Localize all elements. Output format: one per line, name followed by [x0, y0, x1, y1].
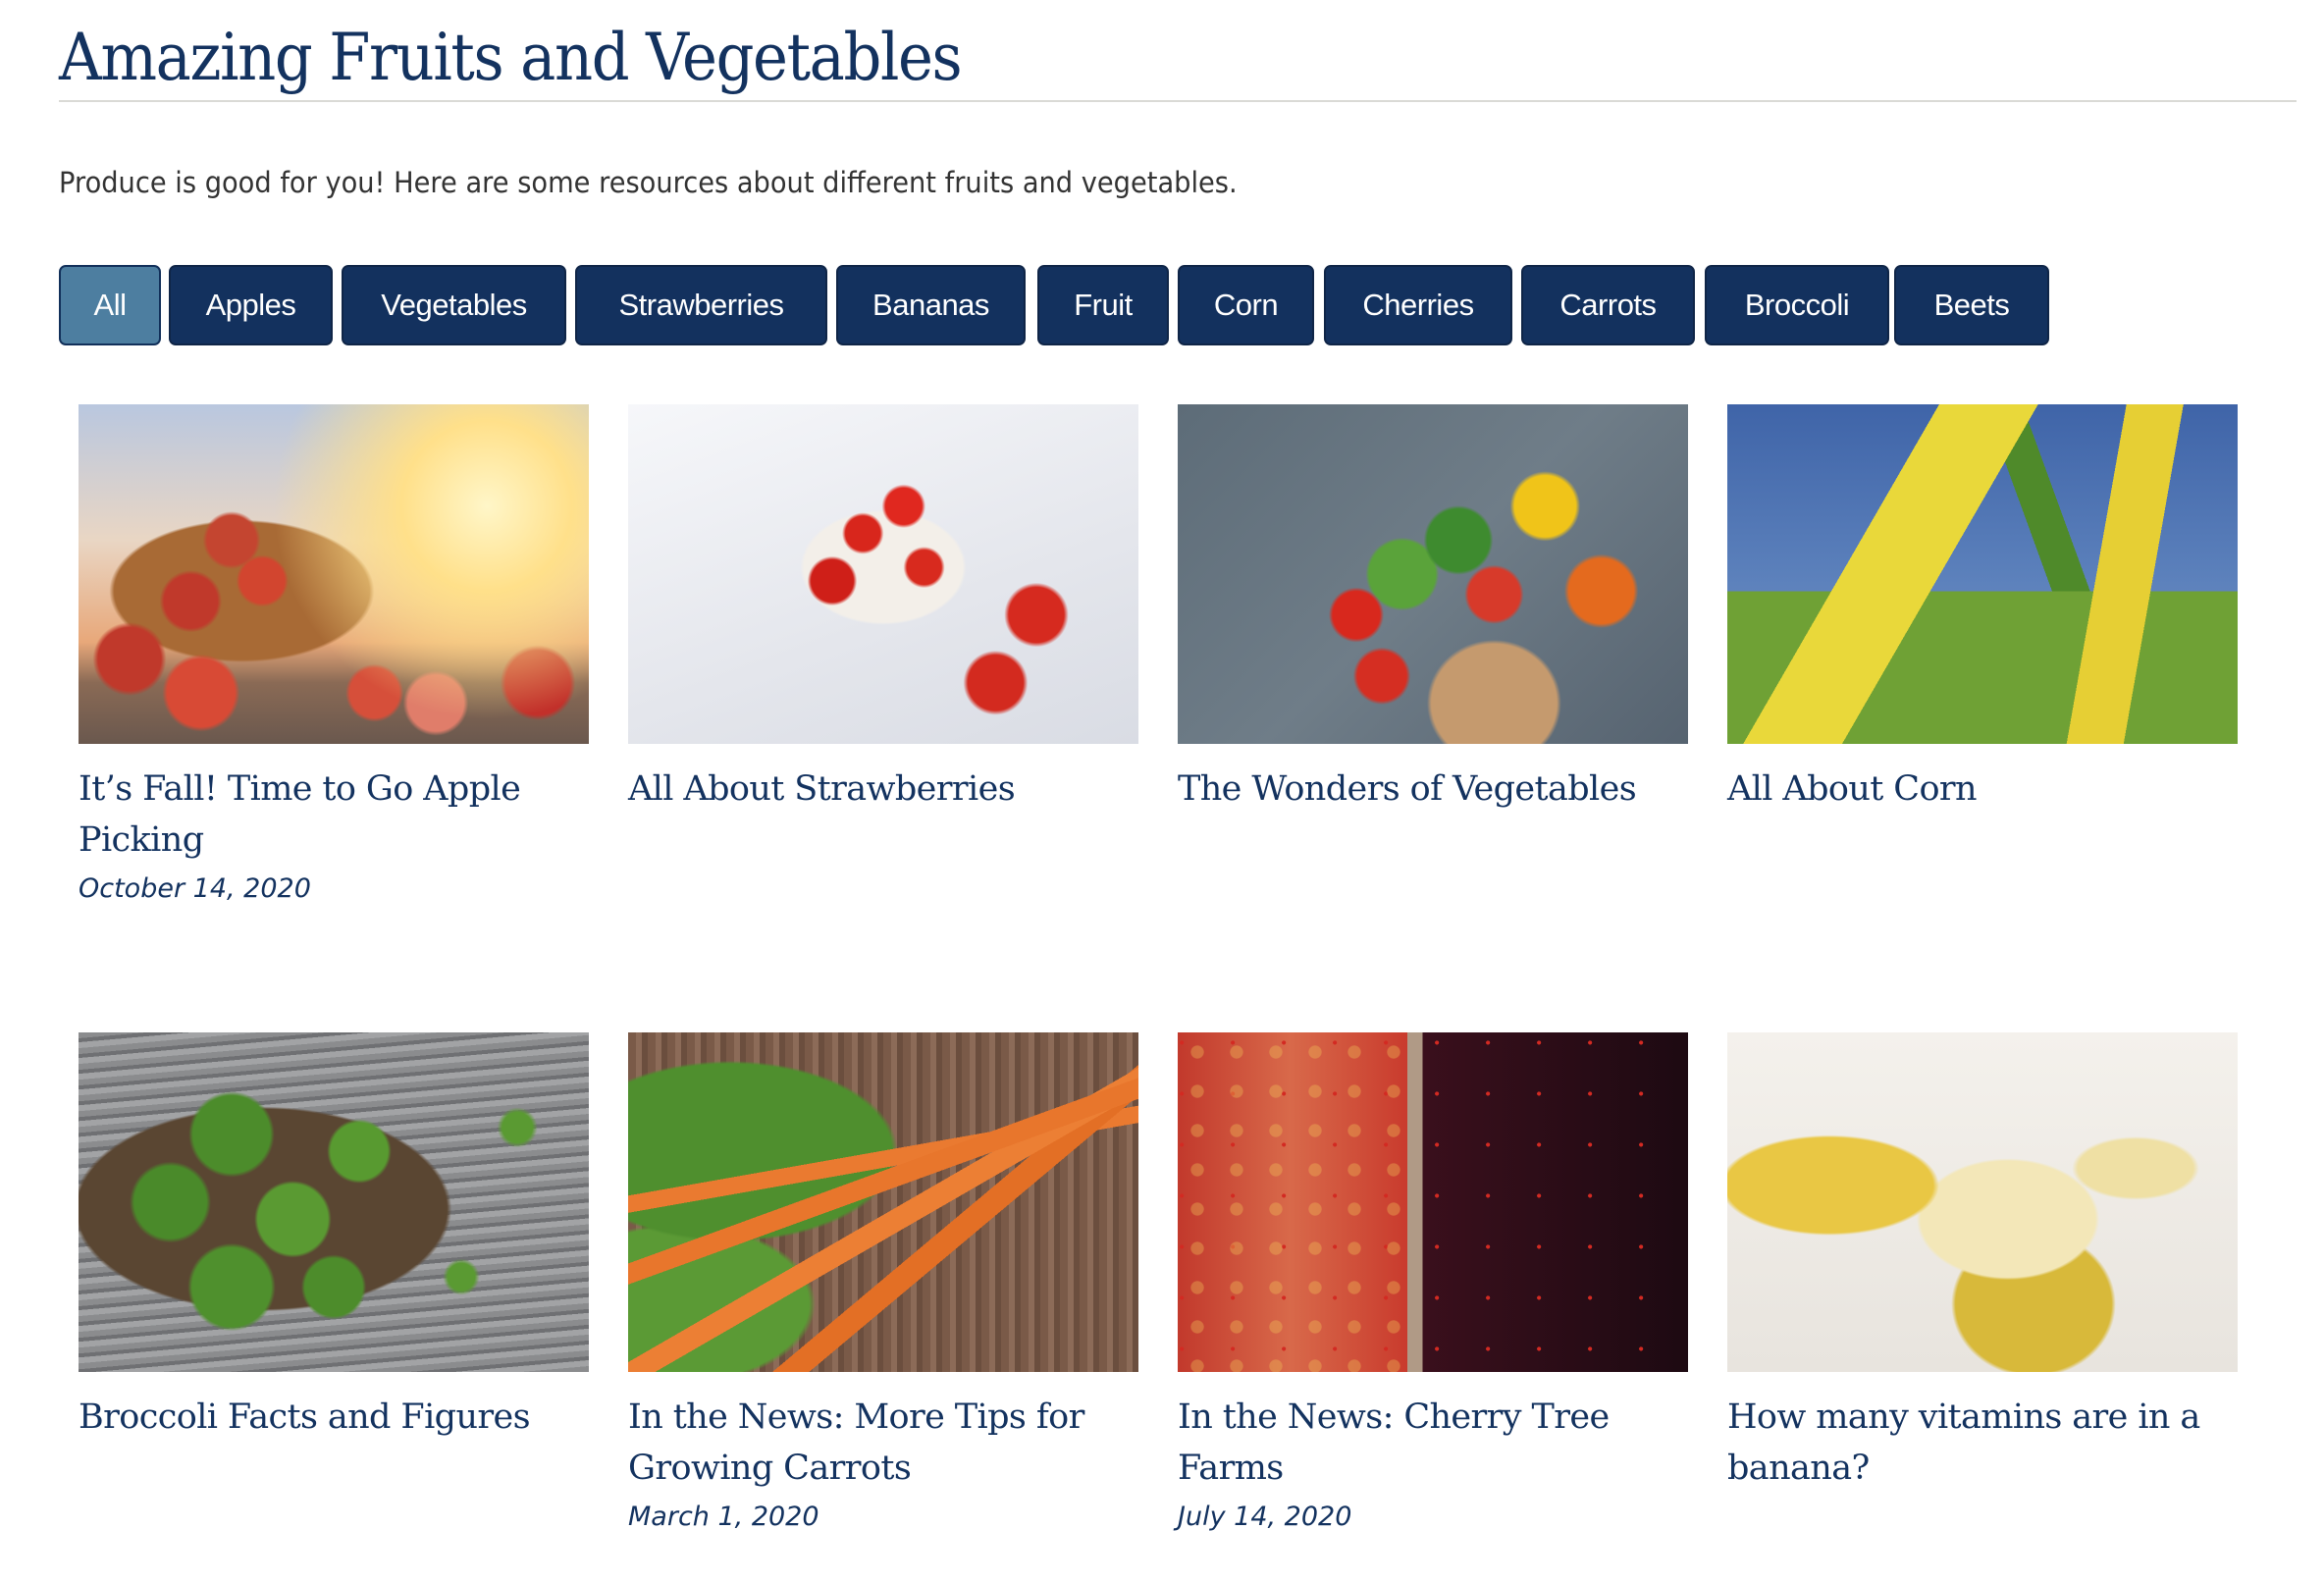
card-title-link[interactable]: In the News: More Tips for Growing Carro…	[628, 1392, 1138, 1494]
article-card: The Wonders of Vegetables	[1178, 404, 1688, 815]
article-card: All About Strawberries	[628, 404, 1138, 815]
card-date: October 14, 2020	[79, 873, 311, 904]
filter-broccoli-button[interactable]: Broccoli	[1705, 265, 1889, 345]
card-image-vegetables[interactable]	[1178, 404, 1688, 744]
filter-carrots-button[interactable]: Carrots	[1521, 265, 1695, 345]
filter-fruit-button[interactable]: Fruit	[1037, 265, 1169, 345]
card-title-link[interactable]: The Wonders of Vegetables	[1178, 764, 1688, 815]
card-image-strawberries[interactable]	[628, 404, 1138, 744]
article-card: How many vitamins are in a banana?	[1727, 1032, 2238, 1494]
filter-apples-button[interactable]: Apples	[169, 265, 333, 345]
card-image-cherries[interactable]	[1178, 1032, 1688, 1372]
card-image-corn[interactable]	[1727, 404, 2238, 744]
filter-vegetables-button[interactable]: Vegetables	[342, 265, 566, 345]
page-title: Amazing Fruits and Vegetables	[59, 20, 963, 95]
card-title-link[interactable]: How many vitamins are in a banana?	[1727, 1392, 2238, 1494]
filter-strawberries-button[interactable]: Strawberries	[575, 265, 827, 345]
card-title-link[interactable]: In the News: Cherry Tree Farms	[1178, 1392, 1688, 1494]
card-image-carrots[interactable]	[628, 1032, 1138, 1372]
card-title-link[interactable]: Broccoli Facts and Figures	[79, 1392, 589, 1443]
card-date: March 1, 2020	[628, 1502, 819, 1532]
card-image-banana[interactable]	[1727, 1032, 2238, 1372]
card-date: July 14, 2020	[1178, 1502, 1352, 1532]
article-card: All About Corn	[1727, 404, 2238, 815]
filter-corn-button[interactable]: Corn	[1178, 265, 1314, 345]
filter-beets-button[interactable]: Beets	[1894, 265, 2049, 345]
title-divider	[59, 100, 2297, 102]
article-card: It’s Fall! Time to Go Apple Picking Octo…	[79, 404, 589, 907]
cherries-texture	[1178, 1032, 1688, 1372]
card-image-broccoli[interactable]	[79, 1032, 589, 1372]
article-card: In the News: Cherry Tree Farms July 14, …	[1178, 1032, 1688, 1535]
filter-all-button[interactable]: All	[59, 265, 161, 345]
card-title-link[interactable]: All About Strawberries	[628, 764, 1138, 815]
filter-bananas-button[interactable]: Bananas	[836, 265, 1026, 345]
intro-text: Produce is good for you! Here are some r…	[59, 166, 1238, 199]
card-image-apples[interactable]	[79, 404, 589, 744]
article-card: Broccoli Facts and Figures	[79, 1032, 589, 1443]
card-title-link[interactable]: All About Corn	[1727, 764, 2238, 815]
filter-cherries-button[interactable]: Cherries	[1324, 265, 1512, 345]
card-title-link[interactable]: It’s Fall! Time to Go Apple Picking	[79, 764, 589, 866]
article-card: In the News: More Tips for Growing Carro…	[628, 1032, 1138, 1535]
